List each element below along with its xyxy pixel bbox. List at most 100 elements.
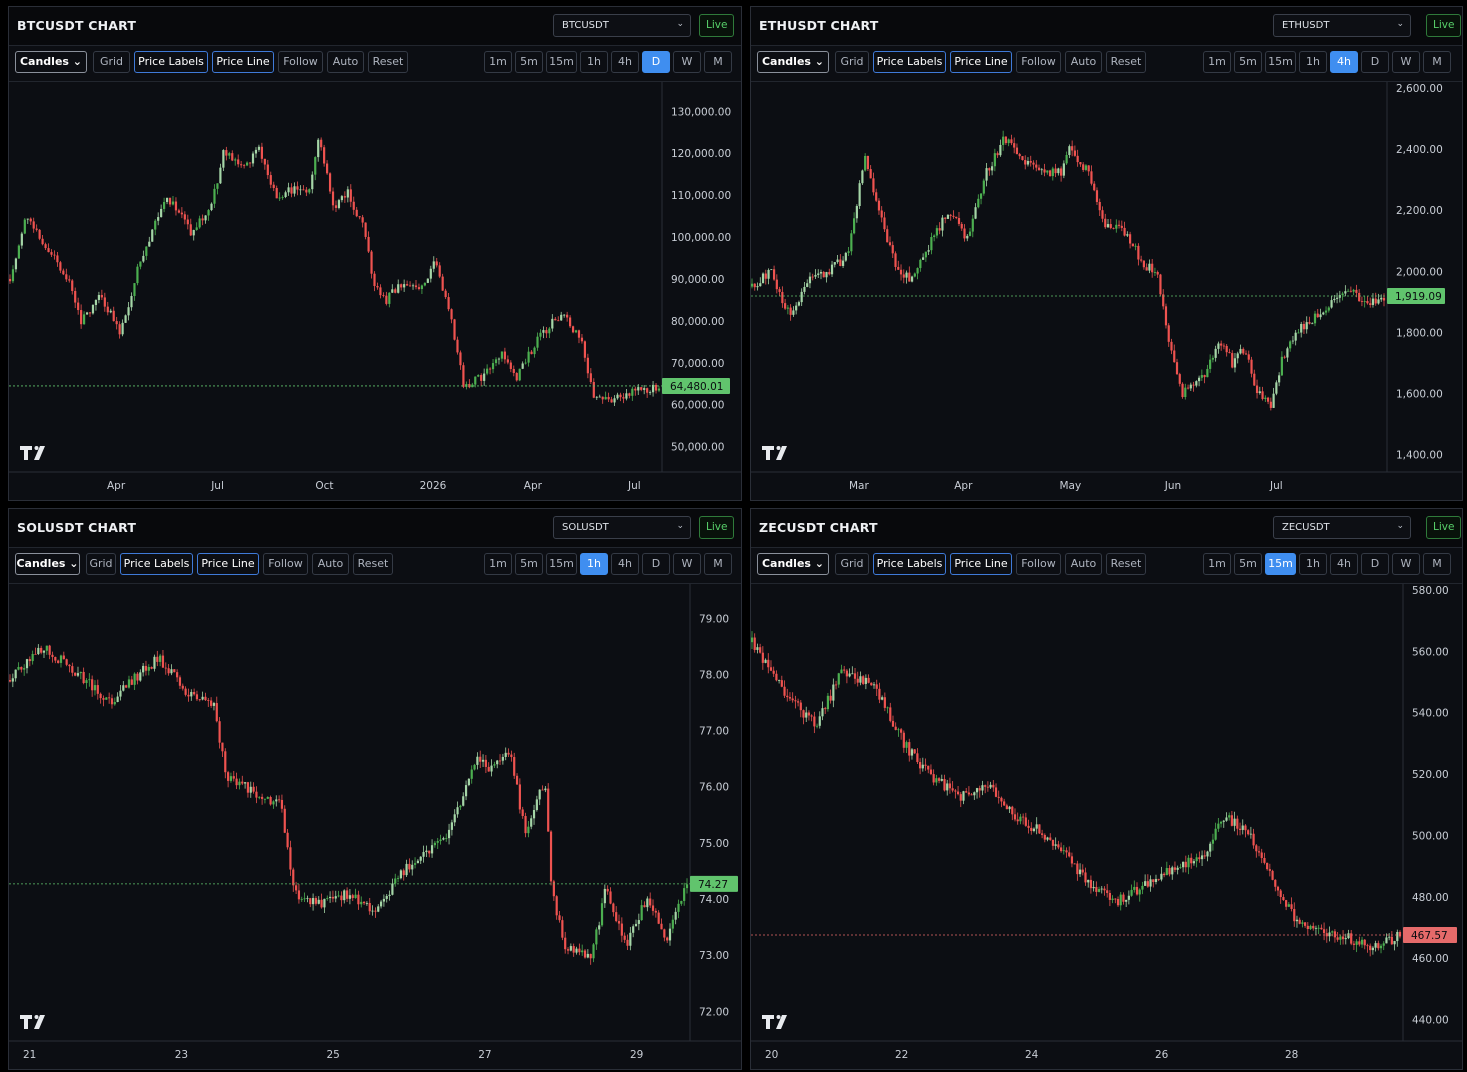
timeframe-1m-button[interactable]: 1m (484, 553, 512, 575)
timeframe-4h-button[interactable]: 4h (1330, 51, 1358, 73)
price-labels-button[interactable]: Price Labels (873, 51, 946, 73)
candle (1051, 839, 1055, 851)
candle (977, 194, 980, 209)
candle (1081, 864, 1084, 876)
timeframe-1h-button[interactable]: 1h (580, 553, 608, 575)
follow-button[interactable]: Follow (263, 553, 308, 575)
candle (1084, 164, 1088, 172)
timeframe-1h-button[interactable]: 1h (580, 51, 608, 73)
candle (872, 172, 875, 196)
timeframe-1m-button[interactable]: 1m (1203, 553, 1231, 575)
candle (1352, 940, 1356, 951)
grid-button[interactable]: Grid (93, 51, 130, 73)
auto-button[interactable]: Auto (312, 553, 349, 575)
symbol-select[interactable]: ETHUSDT ⌄ (1273, 14, 1411, 37)
symbol-select[interactable]: SOLUSDT ⌄ (553, 516, 691, 539)
candle (1255, 379, 1259, 399)
price-labels-button[interactable]: Price Labels (120, 553, 193, 575)
timeframe-4h-button[interactable]: 4h (611, 553, 639, 575)
candle (629, 926, 632, 951)
candle (62, 268, 65, 276)
chart-style-dropdown[interactable]: Candles ⌄ (15, 553, 80, 575)
timeframe-15m-button[interactable]: 15m (1265, 553, 1296, 575)
candle (1320, 924, 1323, 930)
candle (325, 160, 329, 175)
price-chart[interactable]: 130,000.00 120,000.00 110,000.00 100,000.00… (9, 82, 742, 501)
timeframe-1m-button[interactable]: 1m (484, 51, 512, 73)
follow-button[interactable]: Follow (1016, 553, 1061, 575)
price-chart[interactable]: 2,600.00 2,400.00 2,200.00 2,000.00 1,800.00… (751, 82, 1463, 501)
auto-button[interactable]: Auto (1065, 553, 1102, 575)
chart-style-dropdown[interactable]: Candles ⌄ (15, 51, 87, 73)
timeframe-W-button[interactable]: W (1392, 553, 1420, 575)
price-chart[interactable]: 79.00 78.00 77.00 76.00 75.00 74.00 73.00 72.00… (9, 584, 742, 1070)
timeframe-W-button[interactable]: W (673, 51, 701, 73)
timeframe-15m-button[interactable]: 15m (546, 51, 577, 73)
auto-button[interactable]: Auto (1065, 51, 1102, 73)
reset-button[interactable]: Reset (1106, 51, 1146, 73)
timeframe-4h-button[interactable]: 4h (611, 51, 639, 73)
reset-button[interactable]: Reset (353, 553, 393, 575)
timeframe-4h-button[interactable]: 4h (1330, 553, 1358, 575)
candle (195, 222, 198, 231)
price-line-button[interactable]: Price Line (950, 553, 1012, 575)
timeframe-D-button[interactable]: D (642, 51, 670, 73)
price-labels-button[interactable]: Price Labels (873, 553, 946, 575)
candle (1038, 824, 1041, 834)
timeframe-15m-button[interactable]: 15m (1265, 51, 1296, 73)
candle (320, 893, 323, 909)
live-button[interactable]: Live (1426, 516, 1462, 539)
follow-button[interactable]: Follow (278, 51, 323, 73)
timeframe-1h-button[interactable]: 1h (1299, 51, 1327, 73)
candle (1090, 165, 1093, 186)
timeframe-M-button[interactable]: M (1423, 553, 1451, 575)
timeframe-D-button[interactable]: D (1361, 51, 1389, 73)
reset-button[interactable]: Reset (1106, 553, 1146, 575)
candle (148, 236, 151, 247)
timeframe-M-button[interactable]: M (704, 553, 732, 575)
candle (1349, 286, 1352, 293)
live-button[interactable]: Live (699, 516, 735, 539)
symbol-select[interactable]: ZECUSDT ⌄ (1273, 516, 1411, 539)
timeframe-D-button[interactable]: D (1361, 553, 1389, 575)
timeframe-5m-button[interactable]: 5m (515, 553, 543, 575)
candle (96, 679, 99, 700)
candle (406, 280, 409, 286)
reset-button[interactable]: Reset (368, 51, 408, 73)
price-line-button[interactable]: Price Line (212, 51, 274, 73)
timeframe-M-button[interactable]: M (704, 51, 732, 73)
timeframe-1m-button[interactable]: 1m (1203, 51, 1231, 73)
price-line-button[interactable]: Price Line (950, 51, 1012, 73)
timeframe-5m-button[interactable]: 5m (1234, 51, 1262, 73)
timeframe-W-button[interactable]: W (1392, 51, 1420, 73)
timeframe-5m-button[interactable]: 5m (515, 51, 543, 73)
candle (32, 217, 35, 233)
timeframe-M-button[interactable]: M (1423, 51, 1451, 73)
grid-button[interactable]: Grid (835, 553, 869, 575)
live-button[interactable]: Live (699, 14, 735, 37)
follow-button[interactable]: Follow (1016, 51, 1061, 73)
price-labels-button[interactable]: Price Labels (134, 51, 208, 73)
symbol-select[interactable]: BTCUSDT ⌄ (553, 14, 691, 37)
candle (1369, 297, 1372, 308)
candle (438, 262, 441, 279)
live-button[interactable]: Live (1426, 14, 1462, 37)
candle (1116, 896, 1120, 907)
chart-style-dropdown[interactable]: Candles ⌄ (757, 51, 829, 73)
timeframe-1h-button[interactable]: 1h (1299, 553, 1327, 575)
price-axis-label: 78.00 (699, 669, 729, 681)
timeframe-W-button[interactable]: W (673, 553, 701, 575)
candle (1198, 851, 1201, 863)
candle (1247, 829, 1250, 836)
timeframe-D-button[interactable]: D (642, 553, 670, 575)
candle (47, 243, 50, 253)
grid-button[interactable]: Grid (835, 51, 869, 73)
auto-button[interactable]: Auto (327, 51, 364, 73)
timeframe-5m-button[interactable]: 5m (1234, 553, 1262, 575)
chart-style-dropdown[interactable]: Candles ⌄ (757, 553, 829, 575)
price-chart[interactable]: 580.00 560.00 540.00 520.00 500.00 480.00 460.… (751, 584, 1463, 1070)
price-line-button[interactable]: Price Line (197, 553, 259, 575)
grid-button[interactable]: Grid (86, 553, 116, 575)
timeframe-15m-button[interactable]: 15m (546, 553, 577, 575)
candle (481, 754, 485, 768)
